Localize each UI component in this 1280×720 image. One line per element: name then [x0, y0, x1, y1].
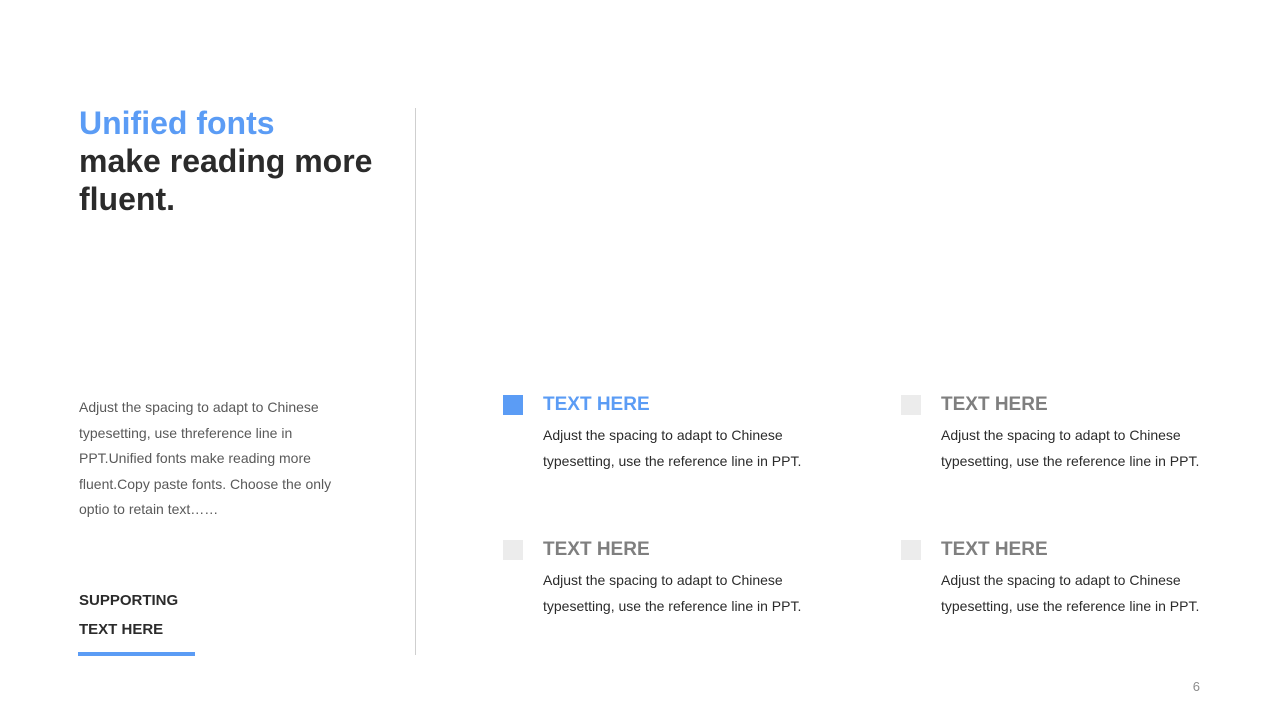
vertical-divider	[415, 108, 416, 655]
feature-title: TEXT HERE	[543, 394, 650, 415]
square-marker-icon	[901, 395, 921, 415]
square-marker-icon	[503, 395, 523, 415]
feature-title: TEXT HERE	[941, 394, 1048, 415]
intro-paragraph: Adjust the spacing to adapt to Chinese t…	[79, 399, 332, 517]
page-number: 6	[1192, 679, 1200, 694]
feature-description: Adjust the spacing to adapt to Chinese t…	[941, 427, 1200, 469]
square-marker-icon	[901, 540, 921, 560]
title-accent: Unified fonts	[79, 105, 275, 141]
accent-underline	[78, 652, 195, 656]
feature-title: TEXT HERE	[543, 539, 650, 560]
supporting-line-2: TEXT HERE	[79, 621, 164, 638]
feature-description: Adjust the spacing to adapt to Chinese t…	[941, 572, 1200, 614]
square-marker-icon	[503, 540, 523, 560]
feature-title: TEXT HERE	[941, 539, 1048, 560]
supporting-text: SUPPORTING TEXT HERE	[79, 586, 279, 644]
page-title: make reading more fluent.	[79, 143, 373, 217]
supporting-line-1: SUPPORTING	[79, 592, 179, 609]
feature-description: Adjust the spacing to adapt to Chinese t…	[543, 427, 802, 469]
feature-description: Adjust the spacing to adapt to Chinese t…	[543, 572, 802, 614]
